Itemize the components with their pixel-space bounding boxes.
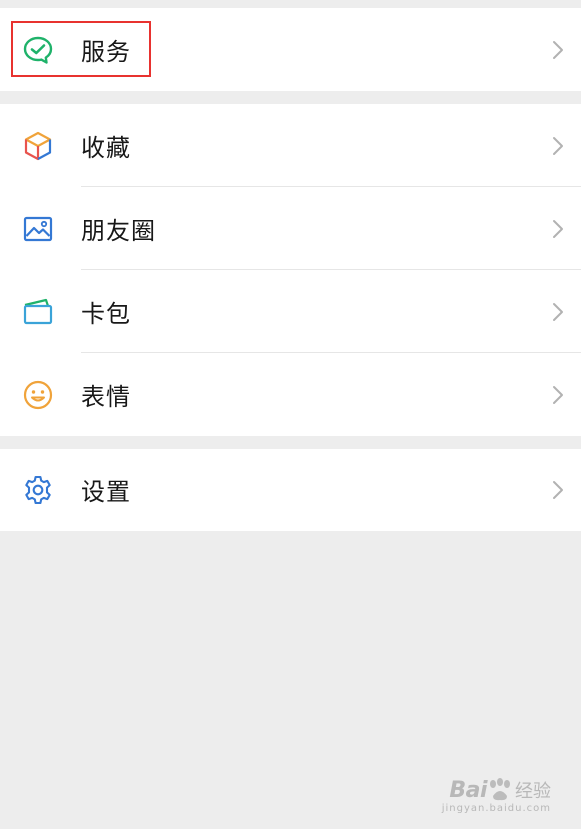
chevron-right-icon	[553, 302, 563, 321]
menu-item-label: 卡包	[81, 299, 131, 328]
watermark-sub: 经验	[515, 781, 551, 802]
watermark-brand: Bai	[449, 777, 487, 803]
chevron-right-icon	[553, 219, 563, 238]
smiley-face-icon	[23, 380, 53, 409]
chevron-right-icon	[553, 481, 563, 499]
menu-item-stickers[interactable]: 表情	[0, 353, 581, 436]
menu-item-card-wallet[interactable]: 卡包	[0, 270, 581, 353]
menu-item-label: 朋友圈	[81, 216, 156, 245]
moments-image-icon	[23, 216, 53, 241]
wechat-pay-icon	[23, 36, 53, 64]
menu-item-services[interactable]: 服务	[0, 8, 581, 91]
menu-group-services: 服务	[0, 8, 581, 91]
menu-item-label: 表情	[81, 382, 131, 411]
watermark-url: jingyan.baidu.com	[441, 803, 551, 814]
menu-item-favorites[interactable]: 收藏	[0, 104, 581, 187]
menu-group-main: 收藏 朋友圈 卡包 表情	[0, 104, 581, 436]
menu-group-settings: 设置	[0, 449, 581, 531]
chevron-right-icon	[553, 385, 563, 404]
gear-icon	[25, 475, 51, 505]
chevron-right-icon	[553, 136, 563, 155]
menu-item-moments[interactable]: 朋友圈	[0, 187, 581, 270]
favorites-cube-icon	[24, 131, 52, 160]
menu-item-settings[interactable]: 设置	[0, 449, 581, 531]
chevron-right-icon	[553, 40, 563, 59]
card-wallet-icon	[23, 298, 53, 324]
paw-icon	[490, 778, 510, 801]
baidu-jingyan-watermark: Bai 经验 jingyan.baidu.com	[442, 777, 551, 815]
menu-item-label: 服务	[81, 37, 131, 66]
menu-item-label: 设置	[81, 477, 131, 506]
menu-item-label: 收藏	[81, 133, 131, 162]
